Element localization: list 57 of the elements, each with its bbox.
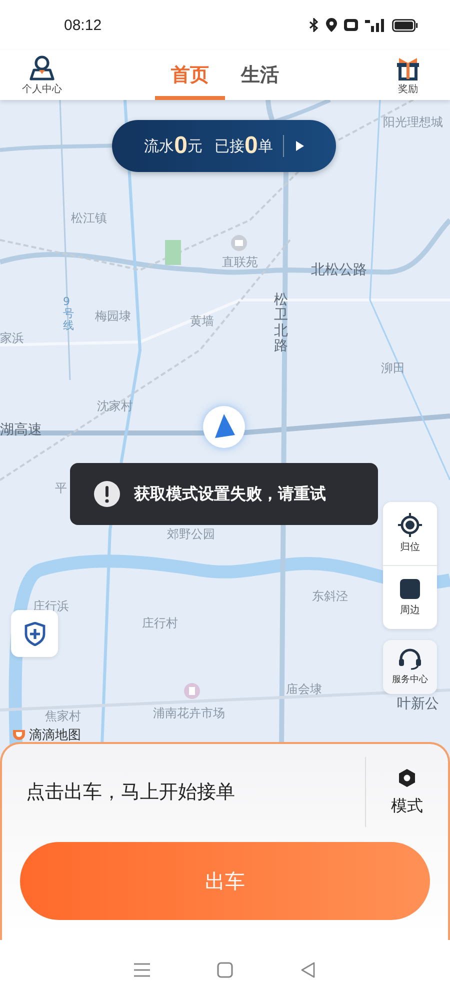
earnings-unit: 元 <box>188 136 202 156</box>
place-label: 黄墙 <box>190 315 214 328</box>
orders-unit: 单 <box>258 136 273 156</box>
profile-button[interactable]: 个人中心 <box>0 50 84 100</box>
battery-icon <box>392 18 418 32</box>
earnings-bar[interactable]: 流水0元 已接0单 <box>112 120 336 172</box>
road-label: 9号线 <box>63 296 74 332</box>
home-icon[interactable] <box>216 962 233 978</box>
back-icon[interactable] <box>300 962 316 978</box>
earnings-label: 流水 <box>144 136 174 156</box>
safety-button[interactable] <box>11 610 58 657</box>
headset-icon <box>398 648 422 670</box>
locate-button[interactable]: 归位 <box>383 502 437 565</box>
place-label: 阳光理想城 <box>383 116 443 130</box>
signal-icon <box>365 18 385 32</box>
road-label: 北松公路 <box>311 263 367 278</box>
road-label: 松卫北路 <box>274 293 288 355</box>
place-label: 庄行村 <box>142 617 178 630</box>
poi-icon <box>231 235 247 251</box>
toast-message: 获取模式设置失败，请重试 <box>134 484 326 504</box>
location-icon <box>326 18 337 32</box>
exclamation-icon <box>94 481 120 507</box>
poi-icon <box>184 683 200 699</box>
place-label: 郊野公园 <box>167 528 215 542</box>
place-label: 平 <box>55 482 67 496</box>
orders-label: 已接 <box>214 136 244 156</box>
place-label: 东斜泾 <box>312 590 348 604</box>
orders-count: 0 <box>244 132 258 160</box>
place-label: 焦家村 <box>45 710 81 724</box>
person-icon <box>29 54 55 80</box>
menu-icon[interactable] <box>134 963 150 977</box>
crosshair-icon <box>398 513 422 537</box>
shield-icon <box>24 622 46 646</box>
mode-button[interactable]: 模式 <box>365 757 448 827</box>
map-attribution: 滴滴地图 <box>29 727 81 744</box>
place-label: 直联苑 <box>222 256 258 270</box>
service-center-button[interactable]: 服务中心 <box>383 640 437 694</box>
earnings-value: 0 <box>174 132 188 160</box>
place-label: 沈家村 <box>97 400 133 414</box>
hexagon-icon <box>397 768 417 788</box>
place-label: 松江镇 <box>71 212 107 226</box>
nearby-button[interactable]: 周边 <box>383 565 437 629</box>
road-label: 湖高速 <box>0 423 42 438</box>
prompt-text: 点击出车，马上开始接单 <box>25 780 235 805</box>
place-label: 梅园埭 <box>95 310 131 324</box>
road-label: 叶新公 <box>397 697 439 712</box>
place-label: 泖田 <box>381 362 405 376</box>
hd-icon <box>344 19 358 31</box>
status-time: 08:12 <box>64 16 102 34</box>
rewards-button[interactable]: 奖励 <box>366 50 450 100</box>
tab[interactable]: 生活 <box>225 50 295 100</box>
play-arrow-icon <box>296 141 304 151</box>
place-label: 浦南花卉市场 <box>153 707 225 720</box>
place-label: 庙会埭 <box>286 683 322 696</box>
bluetooth-icon <box>309 18 319 32</box>
square-icon <box>399 578 421 600</box>
place-label: 家浜 <box>0 332 24 346</box>
